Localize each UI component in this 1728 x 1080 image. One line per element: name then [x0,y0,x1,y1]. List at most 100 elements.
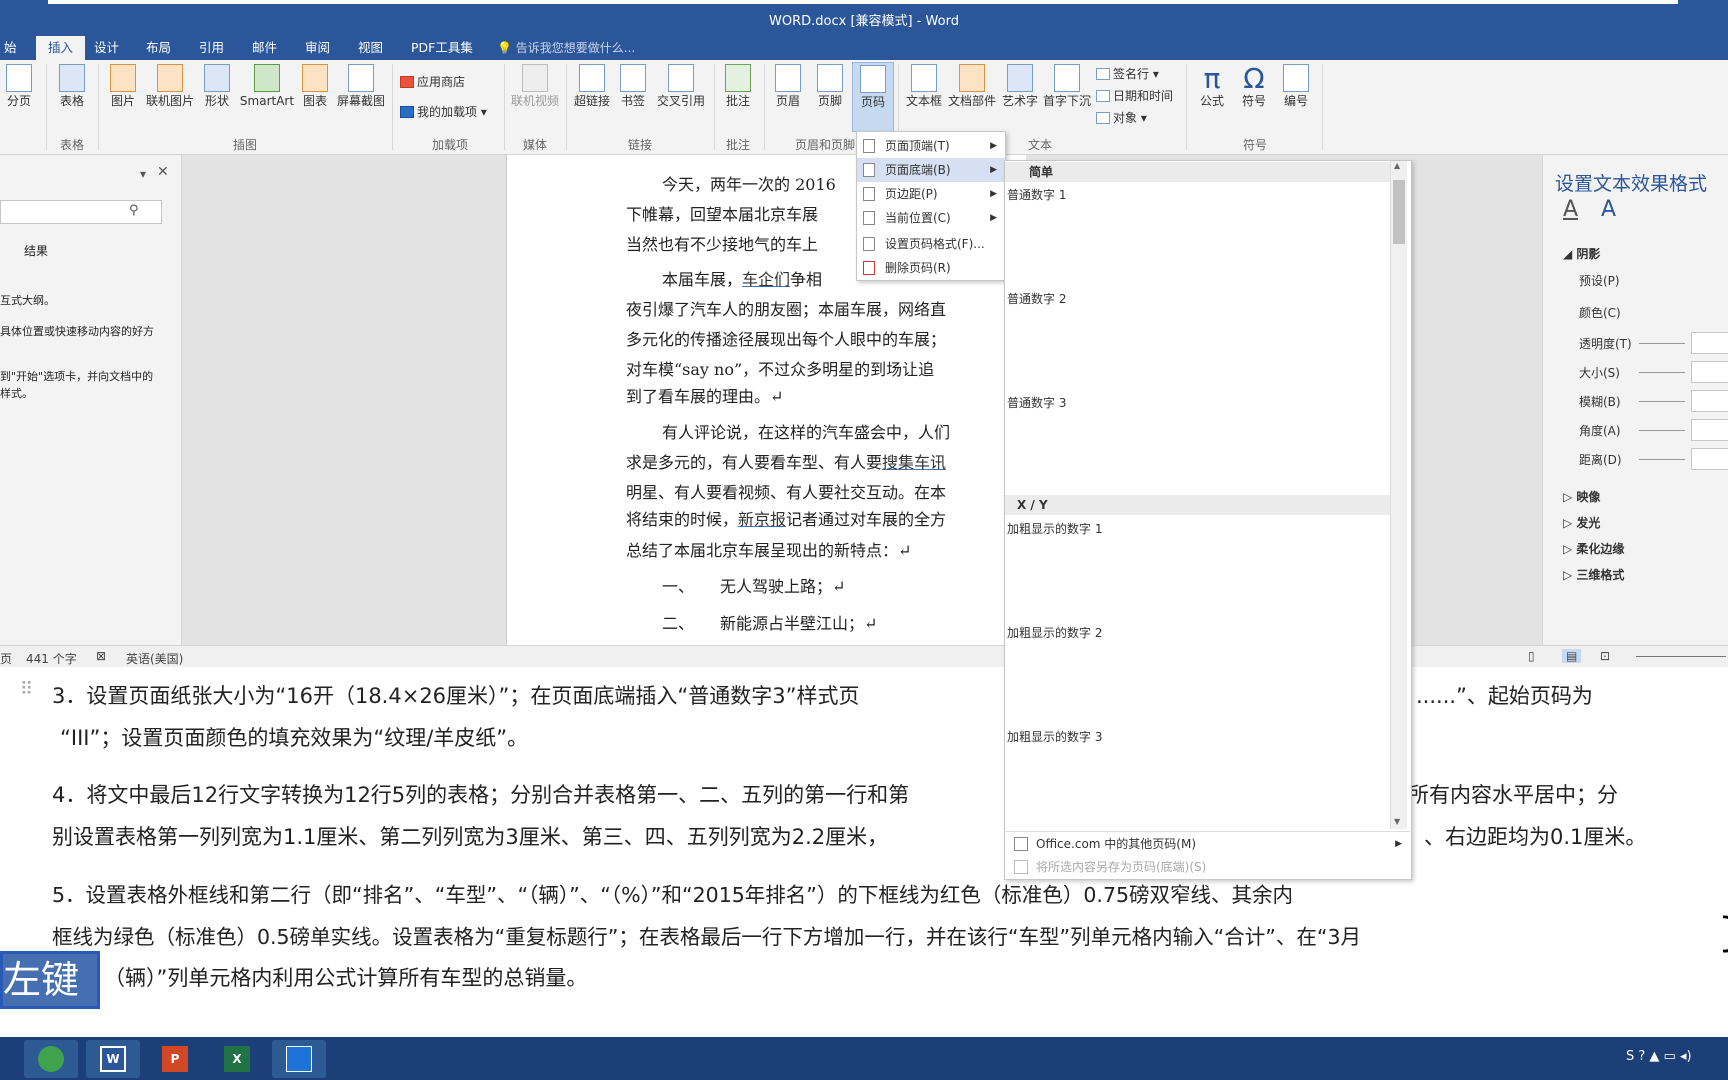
object-button[interactable]: 对象 ▾ [1096,108,1147,128]
zoom-slider[interactable] [1636,656,1726,657]
angle-slider[interactable] [1639,430,1685,431]
screenshot-button[interactable]: 屏幕截图 [336,64,386,108]
shadow-section-header[interactable]: ◢ 阴影 [1563,245,1600,262]
3d-format-section[interactable]: ▷ 三维格式 [1563,566,1624,583]
date-time-button[interactable]: 日期和时间 [1096,86,1173,106]
tab-references[interactable]: 引用 [195,36,228,60]
tab-layout[interactable]: 布局 [142,36,175,60]
print-layout-icon[interactable]: ▤ [1562,649,1582,663]
gallery-item[interactable]: 加粗显示的数字 1 [1005,517,1395,621]
distance-input[interactable] [1691,448,1728,470]
text-fill-icon[interactable]: A [1563,197,1578,222]
tab-insert[interactable]: 插入 [36,36,86,60]
tab-home[interactable]: 始 [0,36,21,60]
scrollbar-thumb[interactable] [1393,180,1405,244]
wordart-button[interactable]: 艺术字 [1000,64,1040,108]
size-slider[interactable] [1639,372,1685,373]
footer-button[interactable]: 页脚 [814,64,846,108]
numbering-button[interactable]: 编号 [1278,64,1314,108]
tab-mailings[interactable]: 邮件 [248,36,281,60]
gallery-item[interactable]: 加粗显示的数字 3 [1005,725,1395,829]
gallery-item[interactable]: 普通数字 3 [1005,391,1395,495]
symbol-button[interactable]: Ω 符号 [1236,64,1272,109]
close-icon[interactable]: ✕ [157,164,169,180]
angle-input[interactable] [1691,419,1728,441]
tell-me-box[interactable]: 💡 告诉我您想要做什么... [497,38,635,58]
tab-review[interactable]: 审阅 [301,36,334,60]
reflection-section[interactable]: ▷ 映像 [1563,488,1600,505]
menu-item-page-margins[interactable]: 页边距(P) ▶ [857,182,1005,206]
menu-item-current-position[interactable]: 当前位置(C) ▶ [857,206,1005,230]
chart-button[interactable]: 图表 [300,64,330,108]
tray-icons[interactable]: S ? ▲ ▭ ◂) [1626,1049,1692,1064]
blur-slider[interactable] [1639,401,1685,402]
smartart-button[interactable]: SmartArt [238,64,296,108]
signature-line-button[interactable]: 签名行 ▾ [1096,64,1159,84]
word-count[interactable]: 441 个字 [26,650,77,667]
comment-button[interactable]: 批注 [722,64,754,108]
notes-app-icon[interactable] [272,1040,326,1078]
quick-parts-button[interactable]: 文档部件 [948,64,996,108]
shapes-button[interactable]: 形状 [202,64,232,108]
nav-results-tab[interactable]: 结果 [24,242,48,259]
excel-app-icon[interactable]: X [210,1040,264,1078]
group-separator [504,64,505,150]
web-layout-icon[interactable]: ⊡ [1600,649,1610,663]
gallery-scrollbar[interactable]: ▲ ▼ [1390,161,1407,829]
my-addins-button[interactable]: 我的加载项 ▾ [400,102,487,122]
online-video-button[interactable]: 联机视频 [508,64,562,108]
page-break-button[interactable]: 分页 [4,64,34,108]
picture-button[interactable]: 图片 [106,64,140,108]
gallery-item[interactable]: 普通数字 2 [1005,287,1395,391]
transparency-input[interactable] [1691,332,1728,354]
table-button[interactable]: 表格 [54,64,90,108]
save-selection-to-gallery[interactable]: 将所选内容另存为页码(底端)(S) [1006,855,1410,879]
textbox-button[interactable]: 文本框 [904,64,944,108]
blur-input[interactable] [1691,390,1728,412]
equation-button[interactable]: π 公式 [1194,64,1230,109]
pane-options-icon[interactable]: ▾ [140,167,146,181]
gallery-header-simple: 简单 [1005,162,1395,182]
gallery-item[interactable]: 加粗显示的数字 2 [1005,621,1395,725]
header-button[interactable]: 页眉 [772,64,804,108]
hyperlink-button[interactable]: 超链接 [572,64,612,108]
gallery-item[interactable]: 普通数字 1 [1005,183,1395,287]
tab-pdf-tools[interactable]: PDF工具集 [407,36,477,60]
transparency-slider[interactable] [1639,343,1685,344]
scroll-down-icon[interactable]: ▼ [1394,817,1400,826]
page-indicator[interactable]: 页 [0,650,12,667]
bookmark-button[interactable]: 书签 [618,64,648,108]
page-number-gallery: 简单 普通数字 1 普通数字 2 普通数字 3 X / Y 加粗显示的数字 1 … [1004,160,1412,880]
proofing-icon[interactable]: ⊠ [96,649,106,663]
tab-view[interactable]: 视图 [354,36,387,60]
menu-item-format-page-numbers[interactable]: 设置页码格式(F)... [857,232,1005,256]
menu-item-top-of-page[interactable]: 页面顶端(T) ▶ [857,134,1005,158]
tab-design[interactable]: 设计 [90,36,123,60]
size-input[interactable] [1691,361,1728,383]
menu-item-remove-page-numbers[interactable]: 删除页码(R) [857,256,1005,280]
nav-search-input[interactable]: ⚲ [0,200,162,224]
scroll-up-icon[interactable]: ▲ [1394,161,1400,170]
drag-handle-icon[interactable]: ⠿ [20,679,33,700]
page-number-button[interactable]: 页码 [852,62,894,132]
distance-label: 距离(D) [1579,453,1622,467]
menu-item-bottom-of-page[interactable]: 页面底端(B) ▶ [857,158,1005,182]
language-indicator[interactable]: 英语(美国) [126,650,183,667]
glow-section[interactable]: ▷ 发光 [1563,514,1600,531]
instruction-line: “III”；设置页面颜色的填充效果为“纹理/羊皮纸”。 [60,726,529,750]
distance-slider[interactable] [1639,459,1685,460]
online-picture-button[interactable]: 联机图片 [144,64,196,108]
powerpoint-app-icon[interactable]: P [148,1040,202,1078]
read-mode-icon[interactable]: ▯ [1528,649,1535,663]
group-label-media: 媒体 [522,138,547,152]
store-button[interactable]: 应用商店 [400,72,465,92]
more-page-numbers-office[interactable]: Office.com 中的其他页码(M) ▶ [1006,831,1410,855]
soft-edges-section[interactable]: ▷ 柔化边缘 [1563,540,1624,557]
cross-reference-button[interactable]: 交叉引用 [654,64,708,108]
edge-browser-icon[interactable] [24,1040,78,1078]
chevron-right-icon: ▶ [990,213,997,223]
ribbon-tab-bar: 始 插入 设计 布局 引用 邮件 审阅 视图 PDF工具集 [0,36,1728,60]
word-app-icon[interactable]: W [86,1040,140,1078]
text-effects-icon[interactable]: A [1601,197,1616,222]
drop-cap-button[interactable]: 首字下沉 [1042,64,1092,108]
